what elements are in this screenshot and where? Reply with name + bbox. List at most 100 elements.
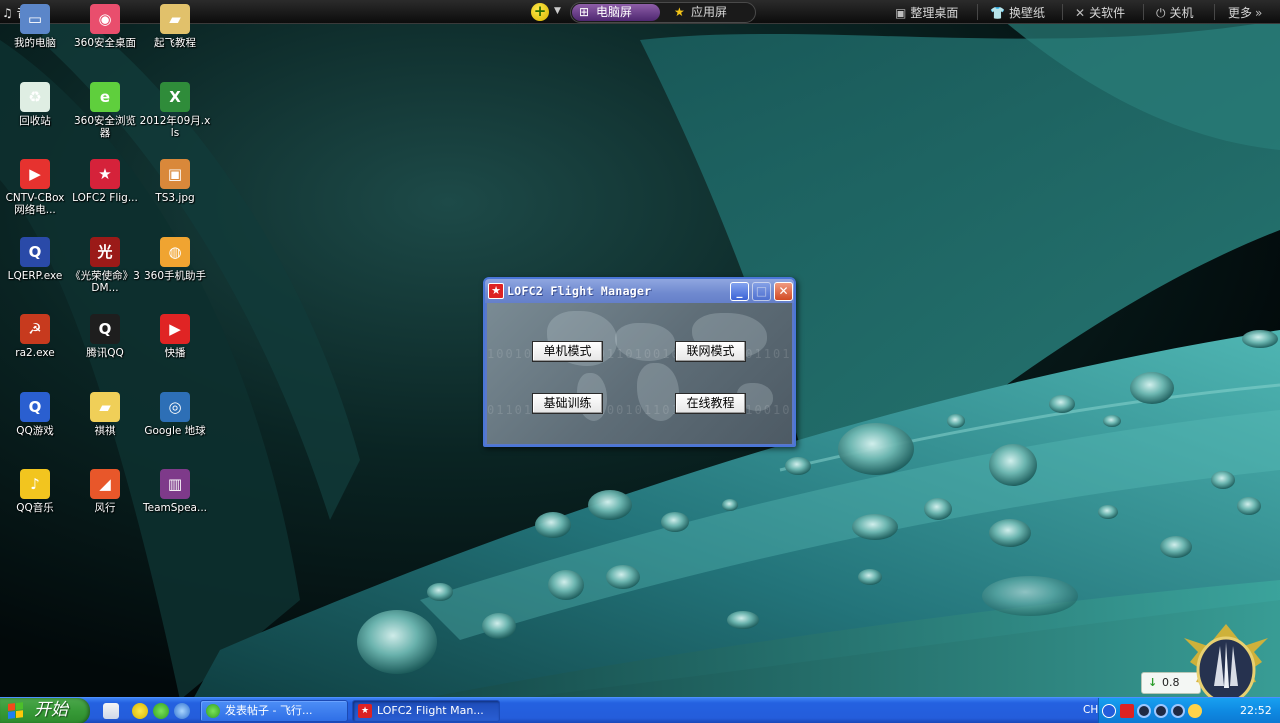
start-label: 开始 <box>34 700 68 720</box>
close-software-button[interactable]: ✕ 关软件 <box>1075 4 1125 21</box>
desktop-icon-funshion[interactable]: ◢ 风行 <box>69 469 141 514</box>
tab-label: 电脑屏 <box>596 5 633 19</box>
qvod-player-icon: ▶ <box>160 314 190 344</box>
system-clock[interactable]: 22:52 <box>1240 704 1272 717</box>
tray-app-icon[interactable] <box>1154 704 1168 718</box>
lofc2-app-icon[interactable]: ★ <box>488 283 504 299</box>
online-tutorial-button[interactable]: 在线教程 <box>675 393 746 414</box>
desktop-icon-qq-penguin[interactable]: Q 腾讯QQ <box>69 314 141 359</box>
desktop-icon-game-glory[interactable]: 光《光荣使命》3DM... <box>69 236 141 294</box>
desktop-icon-label: TeamSpea... <box>143 502 207 514</box>
taskbar-item-browser[interactable]: 发表帖子 - 飞行... <box>200 700 348 722</box>
desktop-icon-qq-game[interactable]: Q QQ游戏 <box>0 391 71 437</box>
lofc2-icon: ★ <box>90 159 120 189</box>
desktop-icon-label: 我的电脑 <box>14 37 56 49</box>
tab-computer-screen[interactable]: ⊞ 电脑屏 <box>572 4 660 21</box>
desktop-icon-label: LOFC2 Flig... <box>72 192 138 204</box>
star-icon: ★ <box>674 5 685 19</box>
desktop-icon-computer[interactable]: ▭ 我的电脑 <box>0 4 71 49</box>
minimize-button[interactable]: _ <box>730 282 749 301</box>
desktop-icon-lqerp[interactable]: Q LQERP.exe <box>0 236 71 282</box>
desktop-icon-image-file[interactable]: ▣ TS3.jpg <box>139 159 211 204</box>
network-mode-button[interactable]: 联网模式 <box>675 341 746 362</box>
taskbar-item-lofc2[interactable]: ★ LOFC2 Flight Man... <box>352 700 500 722</box>
qq-penguin-icon: Q <box>90 314 120 344</box>
desktop-icon-folder[interactable]: ▰ 起飞教程 <box>139 4 211 49</box>
desktop-icon-excel-file[interactable]: X 2012年09月.xls <box>139 81 211 139</box>
image-file-icon: ▣ <box>160 159 190 189</box>
desktop-icon-360-phone[interactable]: ◍ 360手机助手 <box>139 236 211 282</box>
desktop-icon-google-earth[interactable]: ◎ Google 地球 <box>139 391 211 437</box>
lqerp-icon: Q <box>20 236 50 267</box>
desktop-icon-label: 2012年09月.xls <box>139 114 211 139</box>
desktop-icon-label: 《光荣使命》3DM... <box>70 269 140 294</box>
shutdown-button[interactable]: ⏻ 关机 <box>1156 4 1194 21</box>
start-button[interactable]: 开始 <box>0 698 90 723</box>
desktop-icon-label: 360安全桌面 <box>73 37 137 49</box>
tab-label: 应用屏 <box>691 5 728 19</box>
lofc2-icon: ★ <box>358 704 372 718</box>
tray-app-icon[interactable] <box>1171 704 1185 718</box>
game-glory-icon: 光 <box>90 236 120 267</box>
360-add-icon[interactable] <box>132 703 148 719</box>
shirt-icon: 👕 <box>990 6 1005 20</box>
qq-game-icon: Q <box>20 391 50 422</box>
desktop-icon-360-browser[interactable]: e 360安全浏览器 <box>69 81 141 139</box>
desktop-icon-ra2[interactable]: ☭ ra2.exe <box>0 314 71 359</box>
desktop-icon-qvod-player[interactable]: ▶ 快播 <box>139 314 211 359</box>
internet-explorer-icon[interactable] <box>174 703 190 719</box>
folder-icon: ▰ <box>90 391 120 422</box>
desktop-organize-icon: ▣ <box>895 6 907 20</box>
desktop-icon-label: 快播 <box>164 347 186 359</box>
basic-training-button[interactable]: 基础训练 <box>532 393 603 414</box>
add-icon[interactable]: + <box>531 3 549 21</box>
desktop-icon-qq-music[interactable]: ♪ QQ音乐 <box>0 469 71 514</box>
360-phone-icon: ◍ <box>160 236 190 267</box>
power-icon: ⏻ <box>1156 6 1166 20</box>
show-desktop-icon[interactable] <box>103 703 119 719</box>
desktop-icon-360-desktop[interactable]: ◉ 360安全桌面 <box>69 4 141 49</box>
lofc2-tray-icon[interactable] <box>1120 704 1134 718</box>
close-button[interactable]: ✕ <box>774 282 793 301</box>
desktop-icon-cntv-cbox[interactable]: ▶ CNTV-CBox 网络电... <box>0 159 71 216</box>
desktop-icon-label: 风行 <box>94 502 116 514</box>
360-browser-icon: e <box>90 81 120 112</box>
desktop-icon-label: ra2.exe <box>15 347 55 359</box>
desktop-icon-label: 祺祺 <box>94 424 116 437</box>
desktop-icon-label: 360安全浏览器 <box>73 114 137 139</box>
change-wallpaper-button[interactable]: 👕 换壁纸 <box>990 4 1045 21</box>
organize-desktop-button[interactable]: ▣ 整理桌面 <box>895 4 958 21</box>
window-titlebar[interactable]: ★ LOFC2 Flight Manager _ □ ✕ <box>485 279 794 303</box>
desktop-icon-label: 腾讯QQ <box>86 347 124 359</box>
cntv-cbox-icon: ▶ <box>20 159 50 189</box>
qq-music-icon: ♪ <box>20 469 50 499</box>
desktop-icon-label: Google 地球 <box>144 424 206 437</box>
tray-app-icon[interactable] <box>1137 704 1151 718</box>
desktop-icon-folder[interactable]: ▰ 祺祺 <box>69 391 141 437</box>
desktop-icon-label: LQERP.exe <box>7 269 63 282</box>
maximize-button[interactable]: □ <box>752 282 771 301</box>
windows-logo-icon: ⊞ <box>579 5 590 19</box>
360-desktop-icon: ◉ <box>90 4 120 34</box>
desktop-icon-label: 回收站 <box>19 114 51 127</box>
close-x-icon: ✕ <box>1075 6 1086 20</box>
screen-tab-group: ⊞ 电脑屏 ★ 应用屏 <box>570 2 756 23</box>
desktop-icon-label: 起飞教程 <box>154 37 196 49</box>
download-arrow-icon: ↓ <box>1148 676 1158 689</box>
desktop-icon-lofc2[interactable]: ★ LOFC2 Flig... <box>69 159 141 204</box>
input-language-indicator[interactable]: CH <box>1083 704 1098 716</box>
folder-icon: ▰ <box>160 4 190 34</box>
desktop-icon-recycle-bin[interactable]: ♻ 回收站 <box>0 81 71 127</box>
window-client-area: 1001011010010110100101101001011010010110… <box>487 303 792 444</box>
funshion-icon: ◢ <box>90 469 120 499</box>
more-button[interactable]: 更多» <box>1228 4 1262 21</box>
chevron-down-icon[interactable]: ▼ <box>554 6 561 16</box>
more-chevron-icon: » <box>1255 6 1263 20</box>
360-browser-icon[interactable] <box>153 703 169 719</box>
single-player-mode-button[interactable]: 单机模式 <box>532 341 603 362</box>
window-title: LOFC2 Flight Manager <box>507 284 652 298</box>
desktop-icon-winrar[interactable]: ▥ TeamSpea... <box>139 469 211 514</box>
tray-expand-icon[interactable] <box>1102 704 1116 718</box>
qq-tray-icon[interactable] <box>1188 704 1202 718</box>
tab-app-screen[interactable]: ★ 应用屏 <box>667 4 753 21</box>
